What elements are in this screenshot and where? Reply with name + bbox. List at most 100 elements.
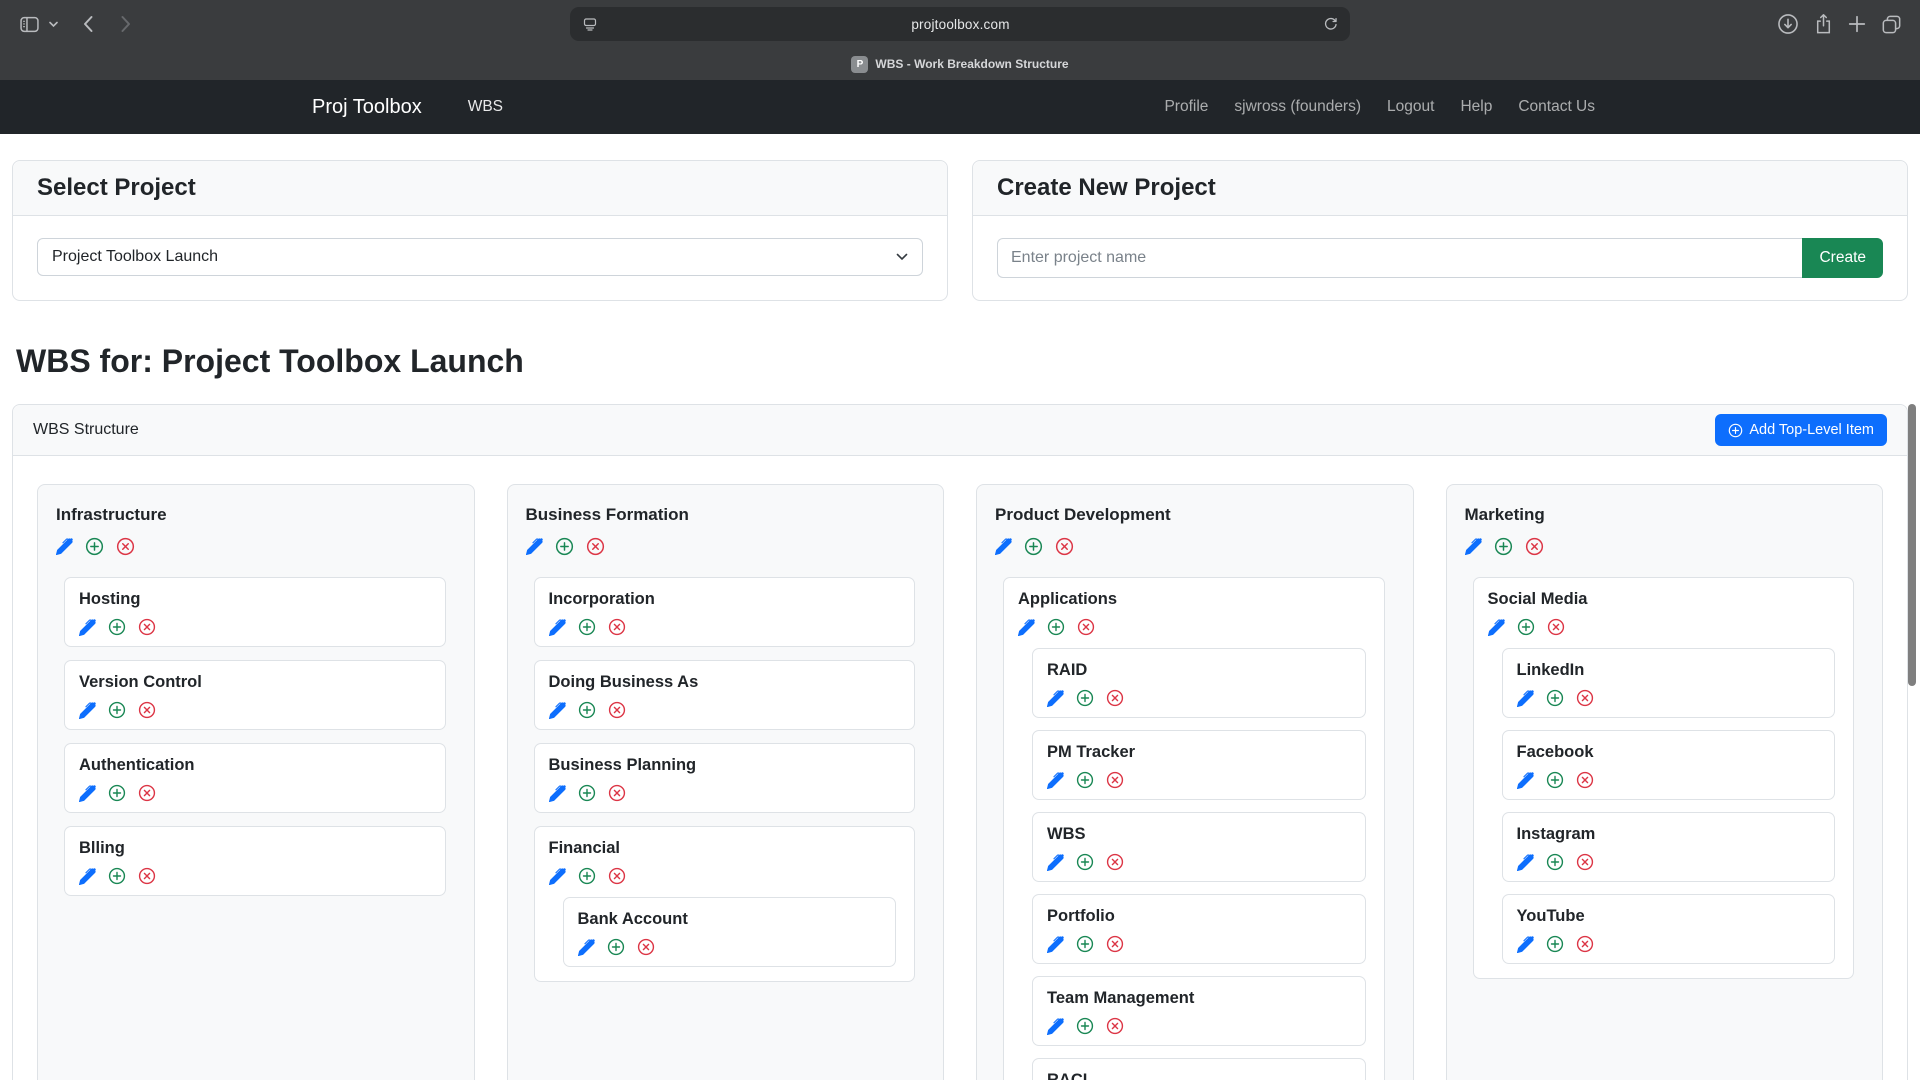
edit-item-button[interactable] [1517, 854, 1534, 871]
tabs-overview-icon[interactable] [1881, 14, 1902, 35]
add-child-button[interactable] [1546, 935, 1564, 953]
delete-item-button[interactable] [1106, 1017, 1124, 1035]
delete-item-button[interactable] [608, 867, 626, 885]
nav-link-wbs[interactable]: WBS [468, 98, 503, 116]
add-child-button[interactable] [578, 618, 596, 636]
delete-item-button[interactable] [608, 618, 626, 636]
nav-link-logout[interactable]: Logout [1374, 98, 1447, 116]
add-top-level-item-button[interactable]: Add Top-Level Item [1715, 414, 1887, 446]
delete-item-button[interactable] [608, 784, 626, 802]
edit-item-button[interactable] [1018, 619, 1035, 636]
add-child-button[interactable] [1517, 618, 1535, 636]
delete-item-button[interactable] [1576, 853, 1594, 871]
address-bar[interactable]: projtoolbox.com [570, 7, 1350, 41]
add-child-button[interactable] [108, 618, 126, 636]
nav-link-profile[interactable]: Profile [1151, 98, 1221, 116]
edit-item-button[interactable] [1047, 936, 1064, 953]
nav-link-help[interactable]: Help [1447, 98, 1505, 116]
delete-item-button[interactable] [608, 701, 626, 719]
add-child-button[interactable] [108, 701, 126, 719]
edit-item-button[interactable] [549, 785, 566, 802]
add-child-button[interactable] [1546, 689, 1564, 707]
wbs-item: PM Tracker [1032, 730, 1366, 800]
delete-item-button[interactable] [1106, 771, 1124, 789]
add-child-button[interactable] [108, 784, 126, 802]
edit-item-button[interactable] [1047, 690, 1064, 707]
edit-item-button[interactable] [1517, 690, 1534, 707]
add-child-button[interactable] [1076, 771, 1094, 789]
pencil-icon [1047, 690, 1064, 707]
edit-item-button[interactable] [79, 868, 96, 885]
delete-item-button[interactable] [1106, 935, 1124, 953]
delete-item-button[interactable] [1106, 853, 1124, 871]
add-child-button[interactable] [1076, 1017, 1094, 1035]
delete-item-button[interactable] [1576, 771, 1594, 789]
delete-item-button[interactable] [1525, 537, 1544, 556]
delete-item-button[interactable] [1576, 689, 1594, 707]
delete-item-button[interactable] [116, 537, 135, 556]
add-child-button[interactable] [85, 537, 104, 556]
project-select[interactable]: Project Toolbox Launch [37, 238, 923, 276]
edit-item-button[interactable] [549, 702, 566, 719]
project-name-input[interactable] [997, 238, 1802, 278]
edit-item-button[interactable] [1517, 936, 1534, 953]
add-child-button[interactable] [555, 537, 574, 556]
delete-item-button[interactable] [138, 867, 156, 885]
edit-item-button[interactable] [79, 785, 96, 802]
add-child-button[interactable] [578, 701, 596, 719]
add-child-button[interactable] [1076, 935, 1094, 953]
edit-item-button[interactable] [1488, 619, 1505, 636]
add-child-button[interactable] [578, 784, 596, 802]
delete-item-button[interactable] [586, 537, 605, 556]
site-settings-icon[interactable] [582, 16, 598, 32]
add-child-button[interactable] [1024, 537, 1043, 556]
add-child-button[interactable] [108, 867, 126, 885]
brand[interactable]: Proj Toolbox [312, 96, 422, 119]
pencil-icon [1488, 619, 1505, 636]
delete-item-button[interactable] [1547, 618, 1565, 636]
reload-icon[interactable] [1323, 17, 1338, 32]
add-child-button[interactable] [1546, 853, 1564, 871]
forward-icon[interactable] [120, 15, 132, 33]
edit-item-button[interactable] [578, 939, 595, 956]
back-icon[interactable] [82, 15, 94, 33]
add-child-button[interactable] [1076, 689, 1094, 707]
plus-circle-icon [1076, 853, 1094, 871]
delete-item-button[interactable] [138, 701, 156, 719]
download-icon[interactable] [1777, 13, 1799, 35]
delete-item-button[interactable] [637, 938, 655, 956]
delete-item-button[interactable] [138, 784, 156, 802]
edit-item-button[interactable] [995, 538, 1012, 555]
chevron-down-icon[interactable] [49, 21, 58, 28]
edit-item-button[interactable] [56, 538, 73, 555]
edit-item-button[interactable] [549, 619, 566, 636]
edit-item-button[interactable] [549, 868, 566, 885]
add-child-button[interactable] [1076, 853, 1094, 871]
delete-item-button[interactable] [1077, 618, 1095, 636]
add-child-button[interactable] [1546, 771, 1564, 789]
sidebar-icon[interactable] [20, 16, 39, 33]
new-tab-icon[interactable] [1848, 15, 1866, 33]
edit-item-button[interactable] [79, 619, 96, 636]
delete-item-button[interactable] [1576, 935, 1594, 953]
add-child-button[interactable] [578, 867, 596, 885]
nav-link-contact[interactable]: Contact Us [1505, 98, 1608, 116]
add-child-button[interactable] [607, 938, 625, 956]
create-button[interactable]: Create [1802, 238, 1883, 278]
edit-item-button[interactable] [1465, 538, 1482, 555]
share-icon[interactable] [1814, 13, 1833, 35]
nav-link-user[interactable]: sjwross (founders) [1221, 98, 1374, 116]
add-child-button[interactable] [1494, 537, 1513, 556]
edit-item-button[interactable] [1047, 1018, 1064, 1035]
edit-item-button[interactable] [1047, 854, 1064, 871]
add-child-button[interactable] [1047, 618, 1065, 636]
delete-item-button[interactable] [1106, 689, 1124, 707]
edit-item-button[interactable] [79, 702, 96, 719]
edit-item-button[interactable] [1517, 772, 1534, 789]
tab-bar[interactable]: P WBS - Work Breakdown Structure [0, 48, 1920, 80]
delete-item-button[interactable] [1055, 537, 1074, 556]
delete-item-button[interactable] [138, 618, 156, 636]
edit-item-button[interactable] [526, 538, 543, 555]
edit-item-button[interactable] [1047, 772, 1064, 789]
scrollbar-thumb[interactable] [1908, 404, 1916, 686]
